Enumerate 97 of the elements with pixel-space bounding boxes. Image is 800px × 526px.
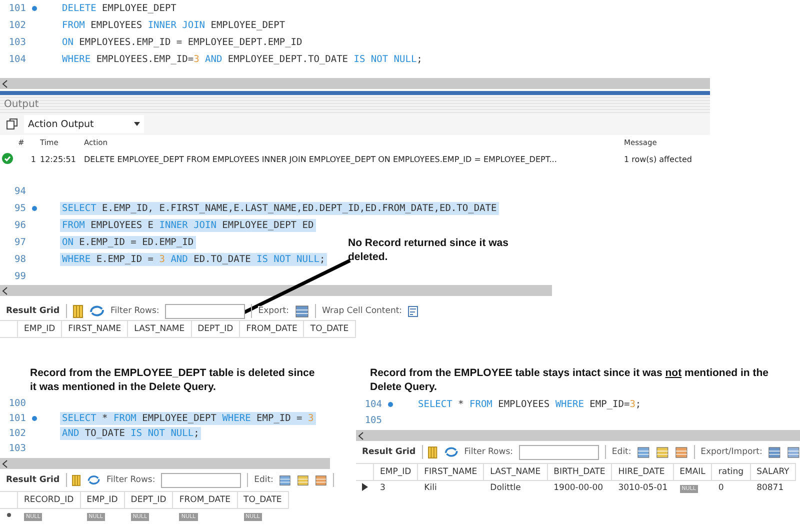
column-header[interactable]: TO_DATE [238, 491, 289, 510]
caret-icon [134, 122, 140, 126]
edit-label: Edit: [254, 475, 274, 486]
column-header[interactable]: BIRTH_DATE [548, 463, 612, 482]
filter-field[interactable] [165, 304, 246, 318]
line-number: 103 [8, 37, 26, 48]
line-number: 101 [8, 3, 26, 14]
wrap-toggle-icon[interactable] [408, 306, 418, 316]
table-cell-text: 1 row(s) affected [623, 154, 694, 166]
table-cell: 3 [380, 483, 386, 494]
edit-table-icon[interactable] [637, 446, 650, 459]
result-grid-tab[interactable]: Result Grid [6, 475, 60, 486]
line-number: 101 [8, 413, 26, 424]
delete-row-icon[interactable] [315, 474, 328, 487]
line-number: 105 [364, 414, 382, 426]
row-header-corner [0, 320, 18, 338]
new-row-marker-icon [6, 512, 12, 518]
table-cell: 80871 [756, 483, 784, 494]
grid-layout-icon[interactable] [72, 474, 81, 487]
grid-layout-icon[interactable] [72, 304, 83, 318]
horizontal-scrollbar[interactable] [0, 78, 710, 89]
filter-field[interactable] [161, 472, 242, 488]
line-number: 96 [14, 220, 26, 231]
column-header[interactable]: FIRST_NAME [418, 463, 484, 482]
line-number: 103 [8, 443, 26, 454]
save-icon[interactable] [768, 446, 782, 459]
table-cell: 1900-00-00 [554, 483, 604, 494]
column-header[interactable]: LAST_NAME [484, 463, 548, 482]
row-header-corner [356, 463, 374, 482]
refresh-icon[interactable] [86, 474, 100, 486]
table-cell: Dolittle [490, 483, 521, 494]
output-type-dropdown[interactable]: Action Output [24, 115, 144, 133]
line-number: 100 [8, 398, 26, 410]
column-header[interactable]: FROM_DATE [173, 491, 238, 510]
table-cell-text: 12:25:51 [39, 154, 77, 166]
horizontal-scrollbar[interactable] [0, 285, 552, 296]
column-header[interactable]: FIRST_NAME [62, 320, 128, 338]
add-row-icon[interactable] [656, 446, 669, 459]
add-row-icon[interactable] [297, 474, 310, 487]
result-grid-tab[interactable]: Result Grid [362, 447, 416, 458]
annotation-text: No Record returned since it was deleted. [348, 237, 510, 264]
horizontal-scrollbar[interactable] [356, 430, 800, 442]
panel-title: Output [4, 98, 39, 110]
scroll-left-icon[interactable] [2, 460, 8, 468]
horizontal-scrollbar[interactable] [0, 458, 330, 470]
edit-label: Edit: [612, 447, 632, 458]
line-number: 95 [14, 203, 26, 214]
filter-label: Filter Rows: [106, 475, 156, 486]
column-header[interactable]: DEPT_ID [124, 491, 174, 510]
column-header[interactable]: FROM_DATE [240, 320, 304, 338]
export-label: Export: [258, 306, 289, 316]
annotation-text: Record from the EMPLOYEE table stays intact since it was not mentioned in the Delete Query. [370, 367, 770, 394]
table-cell-text: 1 [30, 154, 37, 166]
annotation-text: Record from the EMPLOYEE_DEPT table is deleted since it was mentioned in the Delete Query. [30, 367, 316, 394]
column-header[interactable]: LAST_NAME [128, 320, 192, 338]
line-number: 99 [14, 271, 26, 282]
scroll-left-icon[interactable] [2, 286, 8, 294]
line-number: 104 [8, 54, 26, 65]
refresh-icon[interactable] [444, 446, 458, 458]
line-number: 98 [14, 254, 26, 265]
column-header[interactable]: TO_DATE [304, 320, 356, 338]
scroll-left-icon[interactable] [358, 432, 364, 440]
success-check-icon [2, 153, 13, 164]
refresh-icon[interactable] [88, 305, 105, 317]
delete-row-icon[interactable] [674, 446, 688, 459]
line-number: 97 [14, 237, 26, 248]
table-cell-text: DELETE EMPLOYEE_DEPT FROM EMPLOYEES INNER JOIN EMPLOYEE_DEPT ON EMPLOYEES.EMP_ID = EMPLOYEE_DEPT... [83, 154, 558, 166]
column-header[interactable]: EMAIL [674, 463, 712, 482]
copy-icon[interactable] [6, 118, 18, 130]
filter-label: Filter Rows: [110, 306, 160, 316]
import-icon[interactable] [787, 446, 800, 459]
edit-table-icon[interactable] [279, 474, 292, 487]
line-number: 102 [8, 20, 26, 31]
column-header[interactable]: RECORD_ID [18, 491, 81, 510]
table-cell: Kili [424, 483, 437, 494]
column-header[interactable]: DEPT_ID [192, 320, 240, 338]
line-number: 94 [14, 186, 26, 197]
row-header-corner [0, 491, 18, 510]
column-header[interactable]: EMP_ID [80, 491, 125, 510]
column-header[interactable]: rating [712, 463, 751, 482]
current-row-marker-icon [362, 483, 368, 492]
column-header[interactable]: EMP_ID [18, 320, 62, 338]
table-cell: 3010-05-01 [618, 483, 668, 494]
table-cell: 0 [718, 483, 724, 494]
filter-field[interactable] [519, 444, 599, 460]
grid-layout-icon[interactable] [428, 446, 438, 459]
wrap-label: Wrap Cell Content: [322, 306, 402, 316]
line-number: 102 [8, 428, 26, 440]
column-header[interactable]: EMP_ID [374, 463, 418, 482]
result-grid-tab[interactable]: Result Grid [6, 306, 60, 316]
line-number: 104 [364, 398, 382, 410]
export-label: Export/Import: [700, 447, 762, 458]
filter-label: Filter Rows: [464, 447, 513, 458]
column-header[interactable]: HIRE_DATE [612, 463, 674, 482]
column-header[interactable]: SALARY [750, 463, 796, 482]
save-icon[interactable] [294, 304, 309, 318]
scroll-left-icon[interactable] [2, 80, 8, 88]
